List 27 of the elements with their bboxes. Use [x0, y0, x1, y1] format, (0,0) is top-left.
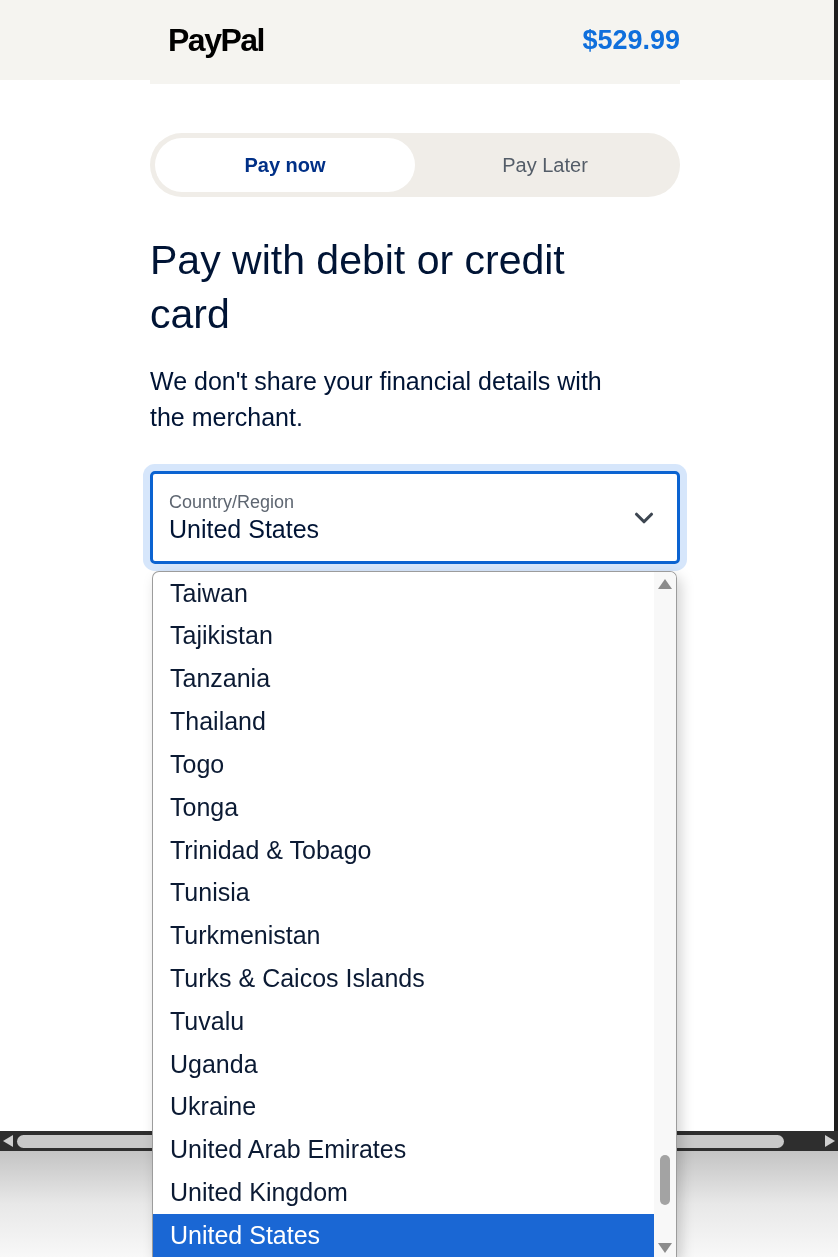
- dropdown-option[interactable]: Tanzania: [153, 657, 654, 701]
- scroll-right-icon[interactable]: [825, 1135, 835, 1147]
- dropdown-option[interactable]: Tunisia: [153, 871, 654, 915]
- scroll-left-icon[interactable]: [3, 1135, 13, 1147]
- dropdown-option[interactable]: United Arab Emirates: [153, 1128, 654, 1172]
- dropdown-option[interactable]: Togo: [153, 743, 654, 787]
- scroll-up-icon[interactable]: [658, 579, 672, 589]
- dropdown-option[interactable]: Tajikistan: [153, 614, 654, 658]
- privacy-note: We don't share your financial details with the merchant.: [150, 366, 603, 433]
- dropdown-option[interactable]: Turkmenistan: [153, 914, 654, 958]
- dropdown-option[interactable]: Tuvalu: [153, 1000, 654, 1043]
- payment-tab[interactable]: Pay Later: [415, 138, 675, 192]
- scroll-down-icon[interactable]: [658, 1243, 672, 1253]
- payment-tab[interactable]: Pay now: [155, 138, 415, 192]
- dropdown-option[interactable]: Tonga: [153, 786, 654, 829]
- dropdown-option[interactable]: Ukraine: [153, 1085, 654, 1129]
- dropdown-option[interactable]: Trinidad & Tobago: [153, 828, 654, 872]
- scrollbar-thumb[interactable]: [660, 1155, 670, 1205]
- dropdown-option[interactable]: Turks & Caicos Islands: [153, 957, 654, 1001]
- dropdown-option[interactable]: United Kingdom: [153, 1171, 654, 1215]
- dropdown-option[interactable]: Taiwan: [153, 572, 654, 615]
- logo: PayPal: [168, 24, 264, 56]
- order-amount: $529.99: [582, 26, 680, 54]
- dropdown-option[interactable]: United States: [153, 1214, 654, 1257]
- dropdown-option[interactable]: Thailand: [153, 700, 654, 744]
- dropdown-option[interactable]: Uganda: [153, 1042, 654, 1086]
- page-heading: Pay with debit or credit card: [150, 236, 566, 339]
